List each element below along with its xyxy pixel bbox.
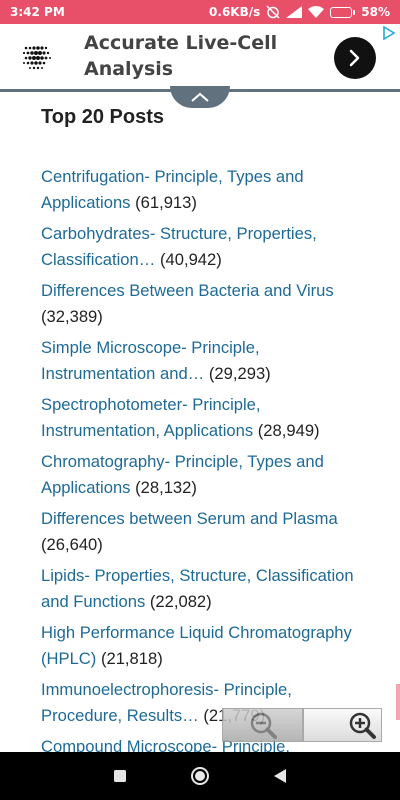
view-count: (28,132) — [135, 478, 197, 497]
section-title: Top 20 Posts — [41, 106, 164, 128]
list-item: Simple Microscope- Principle, Instrument… — [41, 335, 361, 387]
view-count: (32,389) — [41, 307, 103, 326]
ad-title[interactable]: Accurate Live-Cell Analysis — [84, 30, 324, 82]
view-count: (22,082) — [149, 592, 212, 611]
recent-apps-button[interactable] — [100, 756, 140, 796]
view-count: (26,640) — [41, 535, 103, 554]
post-link[interactable]: Differences Between Bacteria and Virus — [41, 281, 334, 300]
view-count: (28,949) — [257, 421, 320, 440]
dot-grid-logo-icon — [22, 46, 51, 70]
zoom-in-button[interactable] — [303, 708, 382, 742]
back-icon — [274, 769, 286, 783]
list-item: Chromatography- Principle, Types and App… — [41, 449, 361, 501]
recent-apps-icon — [114, 770, 126, 782]
view-count: (40,942) — [159, 250, 222, 269]
list-item: Differences between Serum and Plasma (26… — [41, 506, 361, 558]
post-link[interactable]: Spectrophotometer- Principle, Instrument… — [41, 395, 261, 440]
view-count: (61,913) — [135, 193, 197, 212]
list-item: Lipids- Properties, Structure, Classific… — [41, 563, 361, 615]
network-speed: 0.6KB/s — [209, 5, 261, 19]
post-link[interactable]: Differences between Serum and Plasma — [41, 509, 338, 528]
list-item: Carbohydrates- Structure, Properties, Cl… — [41, 221, 361, 273]
wifi-icon — [308, 6, 325, 18]
list-item: Differences Between Bacteria and Virus (… — [41, 278, 361, 330]
back-button[interactable] — [260, 756, 300, 796]
post-list: Centrifugation- Principle, Types and App… — [41, 164, 371, 760]
list-item: Centrifugation- Principle, Types and App… — [41, 164, 361, 216]
status-icons: 0.6KB/s 58% — [209, 5, 390, 19]
post-link[interactable]: High Performance Liquid Chromatography (… — [41, 623, 352, 668]
battery-percent: 58% — [361, 5, 390, 19]
chevron-right-icon — [349, 49, 360, 67]
signal-icon — [286, 6, 303, 18]
ad-banner[interactable]: Accurate Live-Cell Analysis — [0, 24, 400, 90]
system-nav-bar — [0, 752, 400, 800]
alarm-off-icon — [266, 5, 280, 19]
zoom-out-button[interactable] — [222, 708, 303, 742]
main-content: Top 20 Posts Centrifugation- Principle, … — [41, 104, 371, 765]
zoom-in-icon — [349, 712, 376, 739]
zoom-control — [222, 708, 382, 742]
ad-go-button[interactable] — [334, 37, 376, 79]
zoom-out-icon — [250, 712, 277, 739]
view-count: (29,293) — [208, 364, 271, 383]
list-item: Spectrophotometer- Principle, Instrument… — [41, 392, 361, 444]
status-bar: 3:42 PM 0.6KB/s 58% — [0, 0, 400, 24]
view-count: (21,818) — [100, 649, 163, 668]
adchoices-icon[interactable] — [382, 26, 396, 40]
battery-icon — [330, 6, 356, 18]
scroll-indicator — [396, 684, 400, 720]
status-time: 3:42 PM — [10, 5, 65, 19]
home-button[interactable] — [180, 756, 220, 796]
chevron-up-icon — [191, 92, 209, 102]
list-item: High Performance Liquid Chromatography (… — [41, 620, 361, 672]
home-icon — [191, 767, 209, 785]
